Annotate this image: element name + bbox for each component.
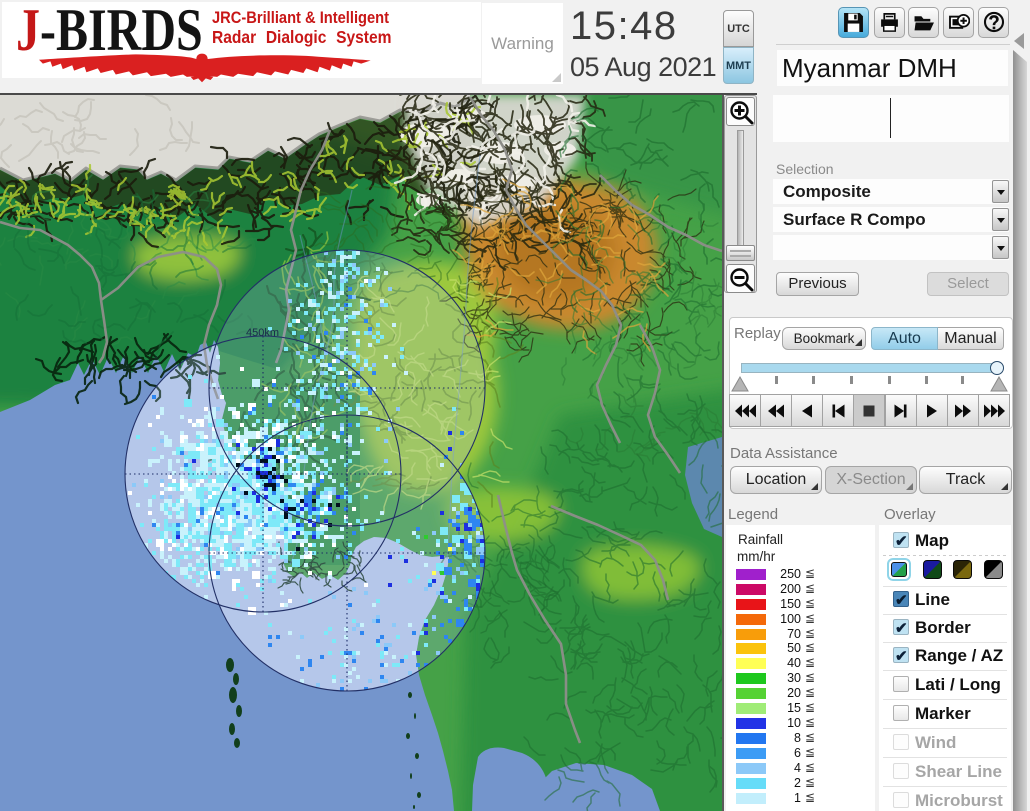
svg-text:450km: 450km [246, 327, 279, 339]
